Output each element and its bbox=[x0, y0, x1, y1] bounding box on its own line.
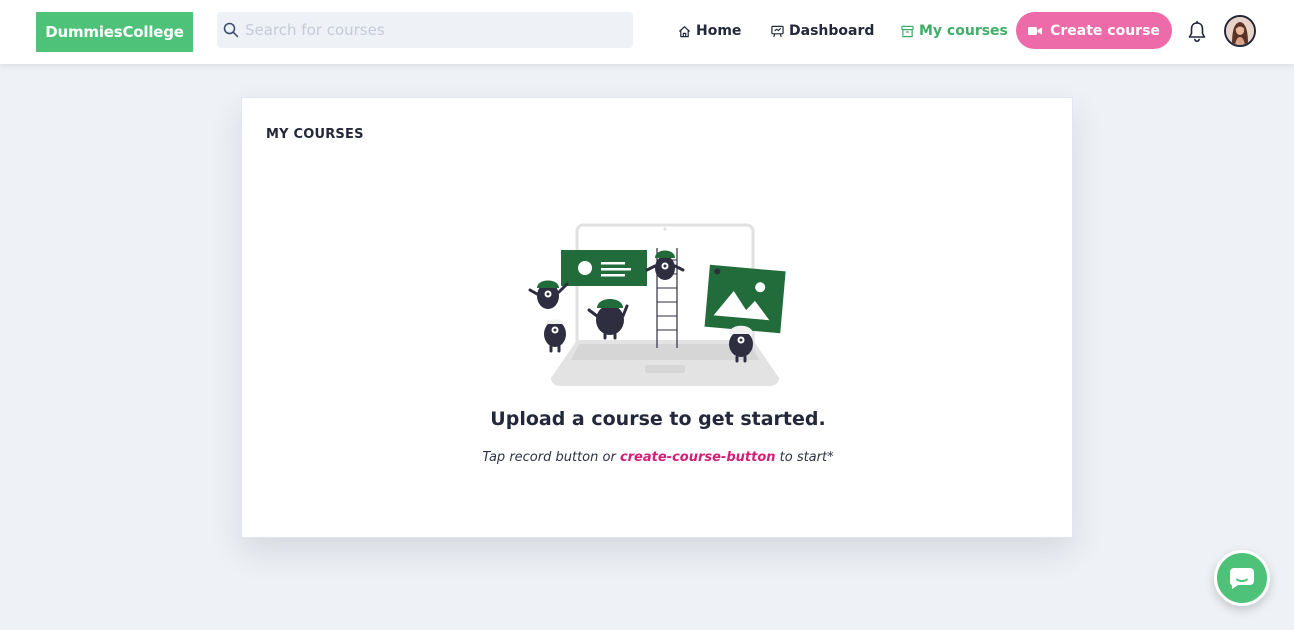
nav-home-label: Home bbox=[696, 23, 742, 39]
empty-state-subtext: Tap record button or create-course-butto… bbox=[242, 450, 1074, 465]
nav-my-courses[interactable]: My courses bbox=[901, 20, 1008, 42]
video-camera-icon bbox=[1028, 26, 1043, 35]
logo[interactable]: DummiesCollege bbox=[36, 12, 193, 52]
search-bar[interactable] bbox=[217, 12, 633, 48]
bell-icon[interactable] bbox=[1186, 20, 1208, 44]
nav-my-courses-label: My courses bbox=[919, 23, 1008, 39]
nav-dashboard[interactable]: Dashboard bbox=[771, 20, 874, 42]
chat-bubble-icon bbox=[1230, 568, 1254, 589]
search-icon bbox=[223, 22, 239, 38]
empty-state-sub-after: to start* bbox=[775, 450, 834, 465]
avatar[interactable] bbox=[1224, 15, 1256, 47]
my-courses-card: MY COURSES Upload a course to get starte… bbox=[241, 97, 1073, 538]
top-navigation-bar: DummiesCollege Home Dashboard My courses bbox=[0, 0, 1294, 64]
nav-home[interactable]: Home bbox=[678, 20, 741, 42]
create-course-link[interactable]: create-course-button bbox=[620, 450, 776, 465]
home-icon bbox=[678, 25, 691, 37]
page-title: MY COURSES bbox=[266, 127, 364, 142]
empty-state-illustration bbox=[528, 223, 786, 386]
create-course-label: Create course bbox=[1050, 22, 1160, 39]
avatar-image bbox=[1226, 17, 1254, 45]
empty-state-sub-before: Tap record button or bbox=[482, 450, 620, 465]
logo-text: DummiesCollege bbox=[45, 23, 184, 41]
chat-button[interactable] bbox=[1214, 550, 1270, 606]
archive-icon bbox=[901, 25, 914, 37]
nav-dashboard-label: Dashboard bbox=[789, 23, 875, 39]
create-course-button[interactable]: Create course bbox=[1016, 12, 1172, 49]
search-input[interactable] bbox=[245, 21, 625, 39]
dashboard-icon bbox=[771, 25, 784, 37]
empty-state-heading: Upload a course to get started. bbox=[490, 408, 826, 430]
